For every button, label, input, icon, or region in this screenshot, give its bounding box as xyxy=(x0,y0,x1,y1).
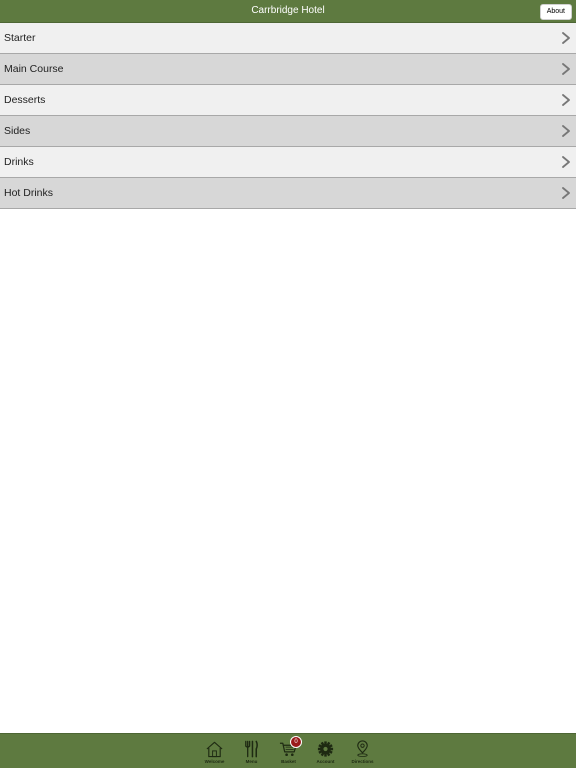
tab-welcome[interactable]: Welcome xyxy=(196,734,233,768)
menu-item-hot-drinks[interactable]: Hot Drinks xyxy=(0,178,576,209)
chevron-right-icon xyxy=(562,63,570,75)
home-icon xyxy=(206,741,223,758)
chevron-right-icon xyxy=(562,94,570,106)
menu-item-label: Drinks xyxy=(4,156,34,168)
tab-group: Welcome Menu 0 Basket Account Directions xyxy=(196,734,381,768)
menu-item-drinks[interactable]: Drinks xyxy=(0,147,576,178)
chevron-right-icon xyxy=(562,156,570,168)
tab-menu[interactable]: Menu xyxy=(233,734,270,768)
basket-count-badge: 0 xyxy=(290,736,302,748)
chevron-right-icon xyxy=(562,32,570,44)
menu-item-label: Hot Drinks xyxy=(4,187,54,199)
menu-category-list: Starter Main Course Desserts Sides Drink… xyxy=(0,23,576,209)
menu-item-label: Desserts xyxy=(4,94,46,106)
map-pin-icon xyxy=(357,740,368,757)
tab-account[interactable]: Account xyxy=(307,734,344,768)
menu-item-desserts[interactable]: Desserts xyxy=(0,85,576,116)
page-title: Carrbridge Hotel xyxy=(251,5,325,16)
about-button[interactable]: About xyxy=(539,4,572,20)
tab-label: Directions xyxy=(351,759,374,764)
header-bar: Carrbridge Hotel About xyxy=(0,0,576,23)
cutlery-icon xyxy=(245,740,258,758)
tab-basket[interactable]: 0 Basket xyxy=(270,734,307,768)
menu-item-main-course[interactable]: Main Course xyxy=(0,54,576,85)
gear-icon xyxy=(317,741,334,757)
menu-item-starter[interactable]: Starter xyxy=(0,23,576,54)
chevron-right-icon xyxy=(562,187,570,199)
tab-directions[interactable]: Directions xyxy=(344,734,381,768)
menu-item-label: Main Course xyxy=(4,63,64,75)
chevron-right-icon xyxy=(562,125,570,137)
bottom-tab-bar: Welcome Menu 0 Basket Account Directions xyxy=(0,733,576,768)
menu-item-label: Starter xyxy=(4,32,36,44)
app-screen: Carrbridge Hotel About Starter Main Cour… xyxy=(0,0,576,768)
menu-item-label: Sides xyxy=(4,125,31,137)
menu-item-sides[interactable]: Sides xyxy=(0,116,576,147)
